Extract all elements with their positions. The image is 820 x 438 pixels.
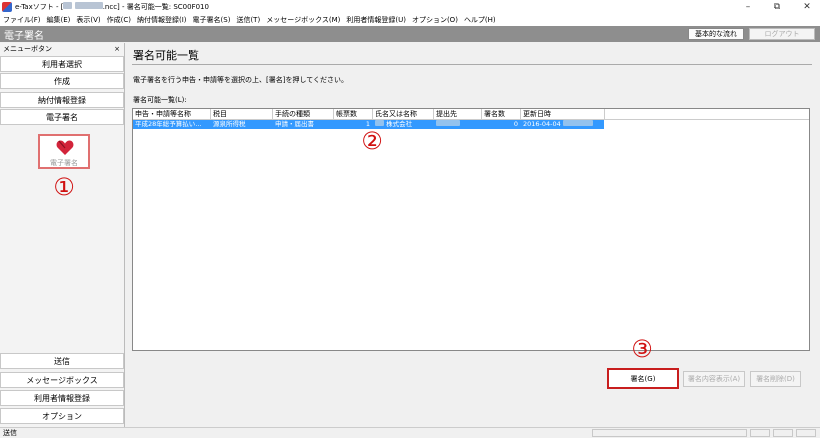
menu-user-info[interactable]: 利用者情報登録(U) (346, 15, 406, 25)
row-updated: 2016-04-04 (521, 120, 604, 129)
menu-edit[interactable]: 編集(E) (47, 15, 71, 25)
redacted-file-name (74, 1, 103, 9)
logout-button[interactable]: ログアウト (749, 28, 815, 40)
app-title: e-Taxソフト - [ (15, 2, 64, 11)
list-column-headers: 申告・申請等名称 税目 手続の種類 帳票数 氏名又は名称 提出先 署名数 更新日… (133, 109, 809, 120)
redacted-submit-to (436, 120, 460, 126)
file-suffix: .ncc] - 署名可能一覧: SC00F010 (102, 2, 209, 11)
sign-button[interactable]: 署名(G) (607, 368, 679, 389)
step-1-marker: ① (53, 173, 75, 201)
signable-list[interactable]: 申告・申請等名称 税目 手続の種類 帳票数 氏名又は名称 提出先 署名数 更新日… (132, 108, 810, 351)
redacted-owner-prefix (375, 120, 384, 126)
restore-icon[interactable]: ⧉ (764, 0, 790, 13)
delete-signature-button[interactable]: 署名削除(D) (750, 371, 801, 387)
column-header-submit-to[interactable]: 提出先 (434, 109, 482, 120)
column-header-name[interactable]: 申告・申請等名称 (133, 109, 211, 120)
menu-help[interactable]: ヘルプ(H) (464, 15, 496, 25)
sidebar-header: メニューボタン (0, 43, 125, 55)
view-signature-button[interactable]: 署名内容表示(A) (683, 371, 745, 387)
sidebar-item-signature[interactable]: 電子署名 (0, 109, 124, 125)
signable-list-label: 署名可能一覧(L): (133, 96, 187, 104)
sidebar-item-messagebox[interactable]: メッセージボックス (0, 372, 124, 388)
row-updated-date: 2016-04-04 (523, 120, 561, 128)
row-tax: 源泉所得税 (213, 120, 246, 128)
sidebar-item-send[interactable]: 送信 (0, 353, 124, 369)
close-icon[interactable]: ✕ (794, 0, 820, 13)
menu-view[interactable]: 表示(V) (76, 15, 100, 25)
row-signature-count: 0 (513, 120, 518, 128)
menu-send[interactable]: 送信(T) (236, 15, 260, 25)
menu-messagebox[interactable]: メッセージボックス(M) (266, 15, 340, 25)
menu-sidebar: メニューボタン × 利用者選択 作成 納付情報登録 電子署名 電子署名 ① 送信… (0, 43, 125, 427)
status-segment (592, 429, 747, 437)
main-panel: 署名可能一覧 電子署名を行う申告・申請等を選択の上、[署名]を押してください。 … (126, 43, 820, 427)
sidebar-item-create[interactable]: 作成 (0, 73, 124, 89)
menu-options[interactable]: オプション(O) (412, 15, 458, 25)
status-segment (773, 429, 793, 437)
window-titlebar: e-Taxソフト - [ .ncc] - 署名可能一覧: SC00F010 – … (0, 0, 820, 13)
signature-icon (56, 140, 74, 155)
column-header-procedure[interactable]: 手続の種類 (273, 109, 334, 120)
menu-create[interactable]: 作成(C) (107, 15, 131, 25)
column-header-owner[interactable]: 氏名又は名称 (373, 109, 434, 120)
column-header-tax[interactable]: 税目 (211, 109, 273, 120)
status-segment (796, 429, 816, 437)
page-header: 電子署名 基本的な流れ ログアウト (0, 26, 820, 42)
sidebar-item-user-info[interactable]: 利用者情報登録 (0, 390, 124, 406)
sidebar-item-options[interactable]: オプション (0, 408, 124, 424)
menu-signature[interactable]: 電子署名(S) (193, 15, 231, 25)
step-3-marker: ③ (631, 335, 653, 363)
title-divider (132, 64, 812, 65)
signature-card-label: 電子署名 (50, 159, 78, 167)
sidebar-header-label: メニューボタン (3, 45, 52, 53)
page-title: 電子署名 (4, 31, 44, 42)
row-submit-to (434, 120, 482, 129)
menu-payment[interactable]: 納付情報登録(I) (137, 15, 187, 25)
section-title: 署名可能一覧 (133, 49, 199, 62)
step-2-marker: ② (361, 127, 383, 155)
row-procedure: 申請・届出書 (275, 120, 314, 128)
column-header-signature-count[interactable]: 署名数 (482, 109, 521, 120)
app-icon (2, 1, 12, 12)
instruction-text: 電子署名を行う申告・申請等を選択の上、[署名]を押してください。 (133, 76, 349, 84)
menu-bar: ファイル(F) 編集(E) 表示(V) 作成(C) 納付情報登録(I) 電子署名… (0, 13, 820, 26)
signature-launch-card[interactable]: 電子署名 (38, 134, 90, 169)
row-name: 平成28年総予算払い… (135, 120, 202, 128)
redacted-updated-time (562, 120, 593, 126)
sidebar-item-user-select[interactable]: 利用者選択 (0, 56, 124, 72)
basic-flow-button[interactable]: 基本的な流れ (688, 28, 744, 40)
sidebar-item-payment[interactable]: 納付情報登録 (0, 92, 124, 108)
column-header-updated[interactable]: 更新日時 (521, 109, 605, 120)
sidebar-close-icon[interactable]: × (114, 43, 120, 55)
status-bar: 送信 (0, 427, 820, 437)
minimize-icon[interactable]: – (735, 0, 761, 13)
menu-file[interactable]: ファイル(F) (3, 15, 41, 25)
window-title: e-Taxソフト - [ .ncc] - 署名可能一覧: SC00F010 (15, 1, 209, 12)
status-segment (750, 429, 770, 437)
column-header-form-count[interactable]: 帳票数 (334, 109, 373, 120)
redacted-user-id (63, 1, 73, 9)
